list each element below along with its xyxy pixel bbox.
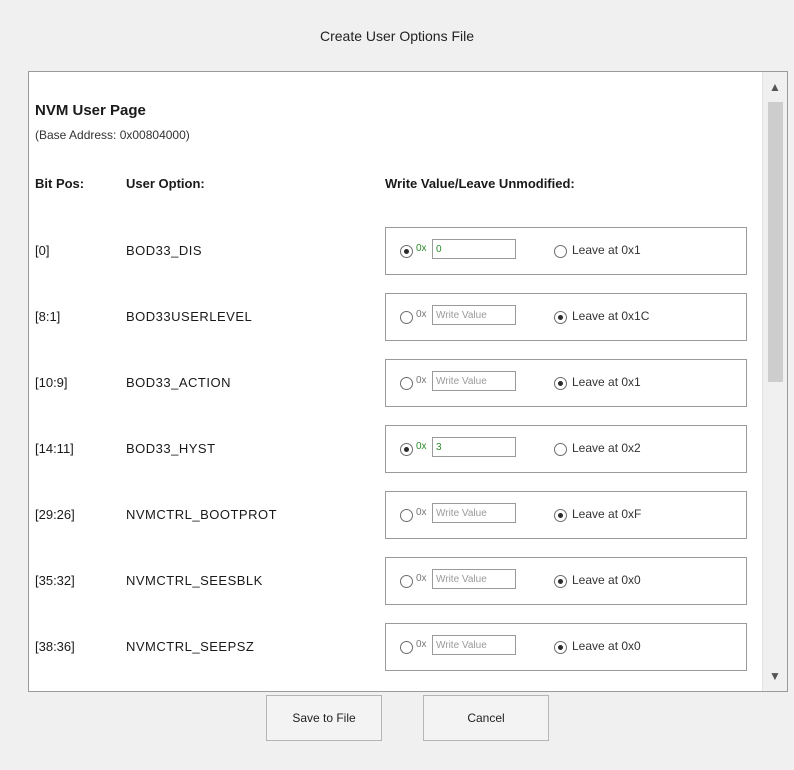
leave-label: Leave at 0x1C xyxy=(572,309,650,323)
column-header-write-value: Write Value/Leave Unmodified: xyxy=(385,176,575,191)
bit-position: [38:36] xyxy=(35,639,75,654)
write-value-radio[interactable] xyxy=(400,311,413,324)
leave-unmodified-radio[interactable] xyxy=(554,641,567,654)
leave-unmodified-radio[interactable] xyxy=(554,311,567,324)
value-input[interactable]: 3 xyxy=(432,437,516,457)
option-name: BOD33_ACTION xyxy=(126,375,231,390)
vertical-scrollbar[interactable]: ▲ ▼ xyxy=(762,72,787,691)
option-name: NVMCTRL_SEEPSZ xyxy=(126,639,255,654)
value-input[interactable]: Write Value xyxy=(432,635,516,655)
value-input[interactable]: Write Value xyxy=(432,371,516,391)
leave-unmodified-radio[interactable] xyxy=(554,245,567,258)
dialog-title: Create User Options File xyxy=(319,28,475,44)
hex-prefix: 0x xyxy=(416,573,427,584)
leave-label: Leave at 0x2 xyxy=(572,441,641,455)
value-group: 0x Write Value Leave at 0x1C xyxy=(385,293,747,341)
value-input[interactable]: 0 xyxy=(432,239,516,259)
value-input[interactable]: Write Value xyxy=(432,305,516,325)
bit-position: [14:11] xyxy=(35,441,74,456)
bit-position: [29:26] xyxy=(35,507,75,522)
hex-prefix: 0x xyxy=(416,375,427,386)
leave-unmodified-radio[interactable] xyxy=(554,443,567,456)
value-input[interactable]: Write Value xyxy=(432,503,516,523)
leave-unmodified-radio[interactable] xyxy=(554,575,567,588)
column-header-user-option: User Option: xyxy=(126,176,205,191)
scroll-down-icon[interactable]: ▼ xyxy=(763,667,787,685)
option-row: [29:26] NVMCTRL_BOOTPROT 0x Write Value Leav… xyxy=(29,491,759,539)
value-group: 0x 0 Leave at 0x1 xyxy=(385,227,747,275)
write-value-radio[interactable] xyxy=(400,575,413,588)
value-group: 0x Write Value Leave at 0x0 xyxy=(385,623,747,671)
bit-position: [8:1] xyxy=(35,309,61,324)
column-header-bit-pos: Bit Pos: xyxy=(35,176,85,191)
leave-label: Leave at 0x1 xyxy=(572,243,641,257)
write-value-radio[interactable] xyxy=(400,641,413,654)
option-row: [35:32] NVMCTRL_SEESBLK 0x Write Value Leave… xyxy=(29,557,759,605)
value-input[interactable]: Write Value xyxy=(432,569,516,589)
scroll-thumb[interactable] xyxy=(768,102,783,382)
hex-prefix: 0x xyxy=(416,639,427,650)
hex-prefix: 0x xyxy=(416,441,427,452)
option-name: NVMCTRL_BOOTPROT xyxy=(126,507,278,522)
option-row: [0] BOD33_DIS 0x 0 Leave at 0x1 xyxy=(29,227,759,275)
option-row: [10:9] BOD33_ACTION 0x Write Value Leave at … xyxy=(29,359,759,407)
scroll-up-icon[interactable]: ▲ xyxy=(763,78,787,96)
option-name: BOD33_DIS xyxy=(126,243,203,258)
base-address: (Base Address: 0x00804000) xyxy=(35,128,190,142)
leave-unmodified-radio[interactable] xyxy=(554,509,567,522)
value-group: 0x Write Value Leave at 0x1 xyxy=(385,359,747,407)
write-value-radio[interactable] xyxy=(400,509,413,522)
leave-label: Leave at 0x0 xyxy=(572,639,641,653)
write-value-radio[interactable] xyxy=(400,443,413,456)
bit-position: [35:32] xyxy=(35,573,75,588)
option-row: [14:11] BOD33_HYST 0x 3 Leave at 0x2 xyxy=(29,425,759,473)
leave-label: Leave at 0x1 xyxy=(572,375,641,389)
leave-unmodified-radio[interactable] xyxy=(554,377,567,390)
bit-position: [0] xyxy=(35,243,50,258)
value-group: 0x 3 Leave at 0x2 xyxy=(385,425,747,473)
save-to-file-button[interactable]: Save to File xyxy=(266,695,382,741)
write-value-radio[interactable] xyxy=(400,377,413,390)
option-row: [38:36] NVMCTRL_SEEPSZ 0x Write Value Leave … xyxy=(29,623,759,671)
leave-label: Leave at 0x0 xyxy=(572,573,641,587)
hex-prefix: 0x xyxy=(416,507,427,518)
hex-prefix: 0x xyxy=(416,309,427,320)
section-title: NVM User Page xyxy=(35,102,146,119)
value-group: 0x Write Value Leave at 0x0 xyxy=(385,557,747,605)
leave-label: Leave at 0xF xyxy=(572,507,642,521)
hex-prefix: 0x xyxy=(416,243,427,254)
option-name: BOD33USERLEVEL xyxy=(126,309,253,324)
option-name: NVMCTRL_SEESBLK xyxy=(126,573,263,588)
value-group: 0x Write Value Leave at 0xF xyxy=(385,491,747,539)
option-row: [8:1] BOD33USERLEVEL 0x Write Value Leave at… xyxy=(29,293,759,341)
option-name: BOD33_HYST xyxy=(126,441,216,456)
bit-position: [10:9] xyxy=(35,375,68,390)
options-panel: NVM User Page (Base Address: 0x00804000)… xyxy=(28,71,788,692)
write-value-radio[interactable] xyxy=(400,245,413,258)
cancel-button[interactable]: Cancel xyxy=(423,695,549,741)
